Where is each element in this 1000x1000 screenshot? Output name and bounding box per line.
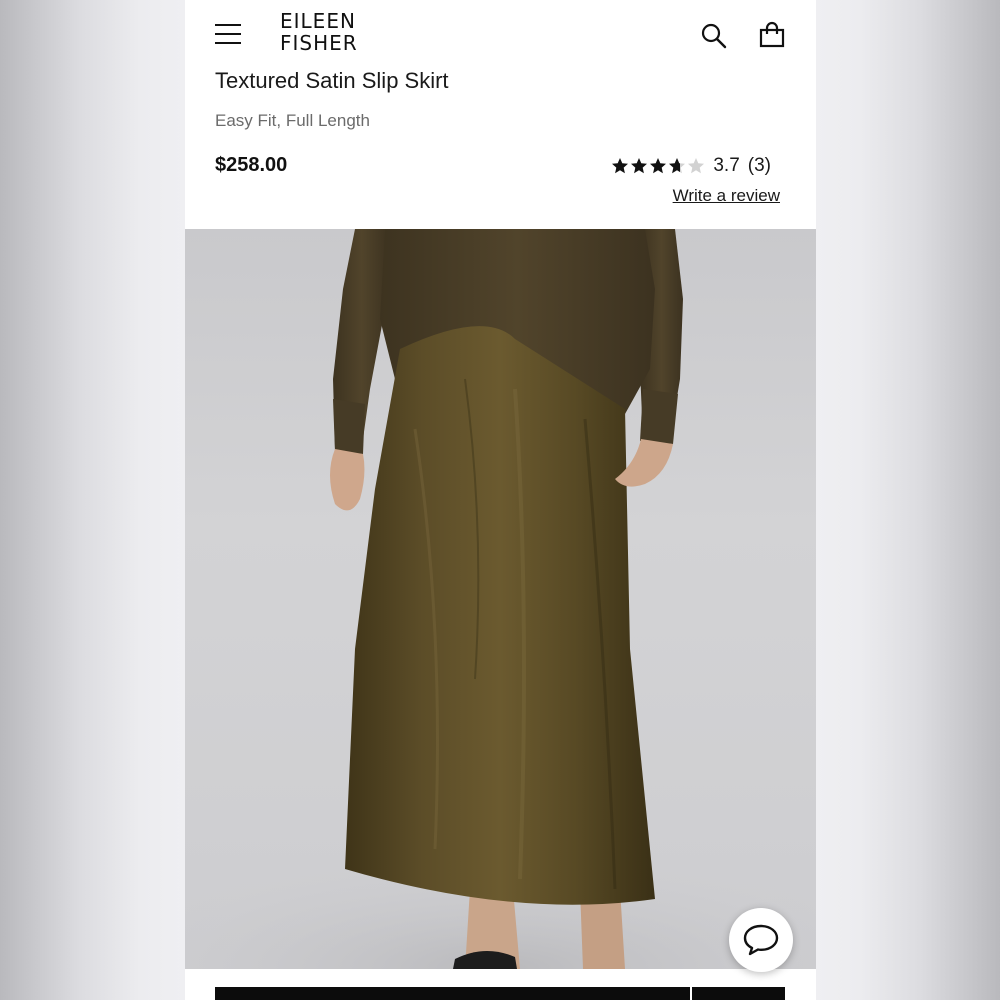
product-rating[interactable]: 3.7 (3) xyxy=(611,154,771,178)
write-review-link[interactable]: Write a review xyxy=(673,186,780,206)
shopping-bag-icon[interactable] xyxy=(758,21,786,49)
brand-logo-line2: FISHER xyxy=(280,31,358,55)
add-to-bag-bar[interactable] xyxy=(215,987,785,1000)
product-title: Textured Satin Slip Skirt xyxy=(215,68,449,93)
brand-logo-line1: EILEEN xyxy=(280,9,356,33)
star-icon xyxy=(631,158,648,174)
review-count: (3) xyxy=(747,155,771,176)
product-page: EILEEN FISHER Textured Satin Slip Skirt … xyxy=(185,0,816,1000)
star-icon xyxy=(650,158,667,174)
rating-value: 3.7 xyxy=(713,155,740,176)
product-price: $258.00 xyxy=(215,154,288,176)
search-icon[interactable] xyxy=(700,22,728,50)
star-rating xyxy=(611,157,705,175)
star-icon xyxy=(669,158,686,174)
chat-bubble-icon xyxy=(743,924,779,956)
hamburger-menu-icon[interactable] xyxy=(215,22,241,46)
cta-divider xyxy=(690,987,692,1000)
star-icon xyxy=(612,158,629,174)
product-image[interactable] xyxy=(185,229,816,969)
product-photo xyxy=(185,229,816,969)
star-icon xyxy=(688,158,705,174)
chat-button[interactable] xyxy=(729,908,793,972)
brand-logo[interactable]: EILEEN FISHER xyxy=(280,10,358,54)
product-fit: Easy Fit, Full Length xyxy=(215,111,370,130)
